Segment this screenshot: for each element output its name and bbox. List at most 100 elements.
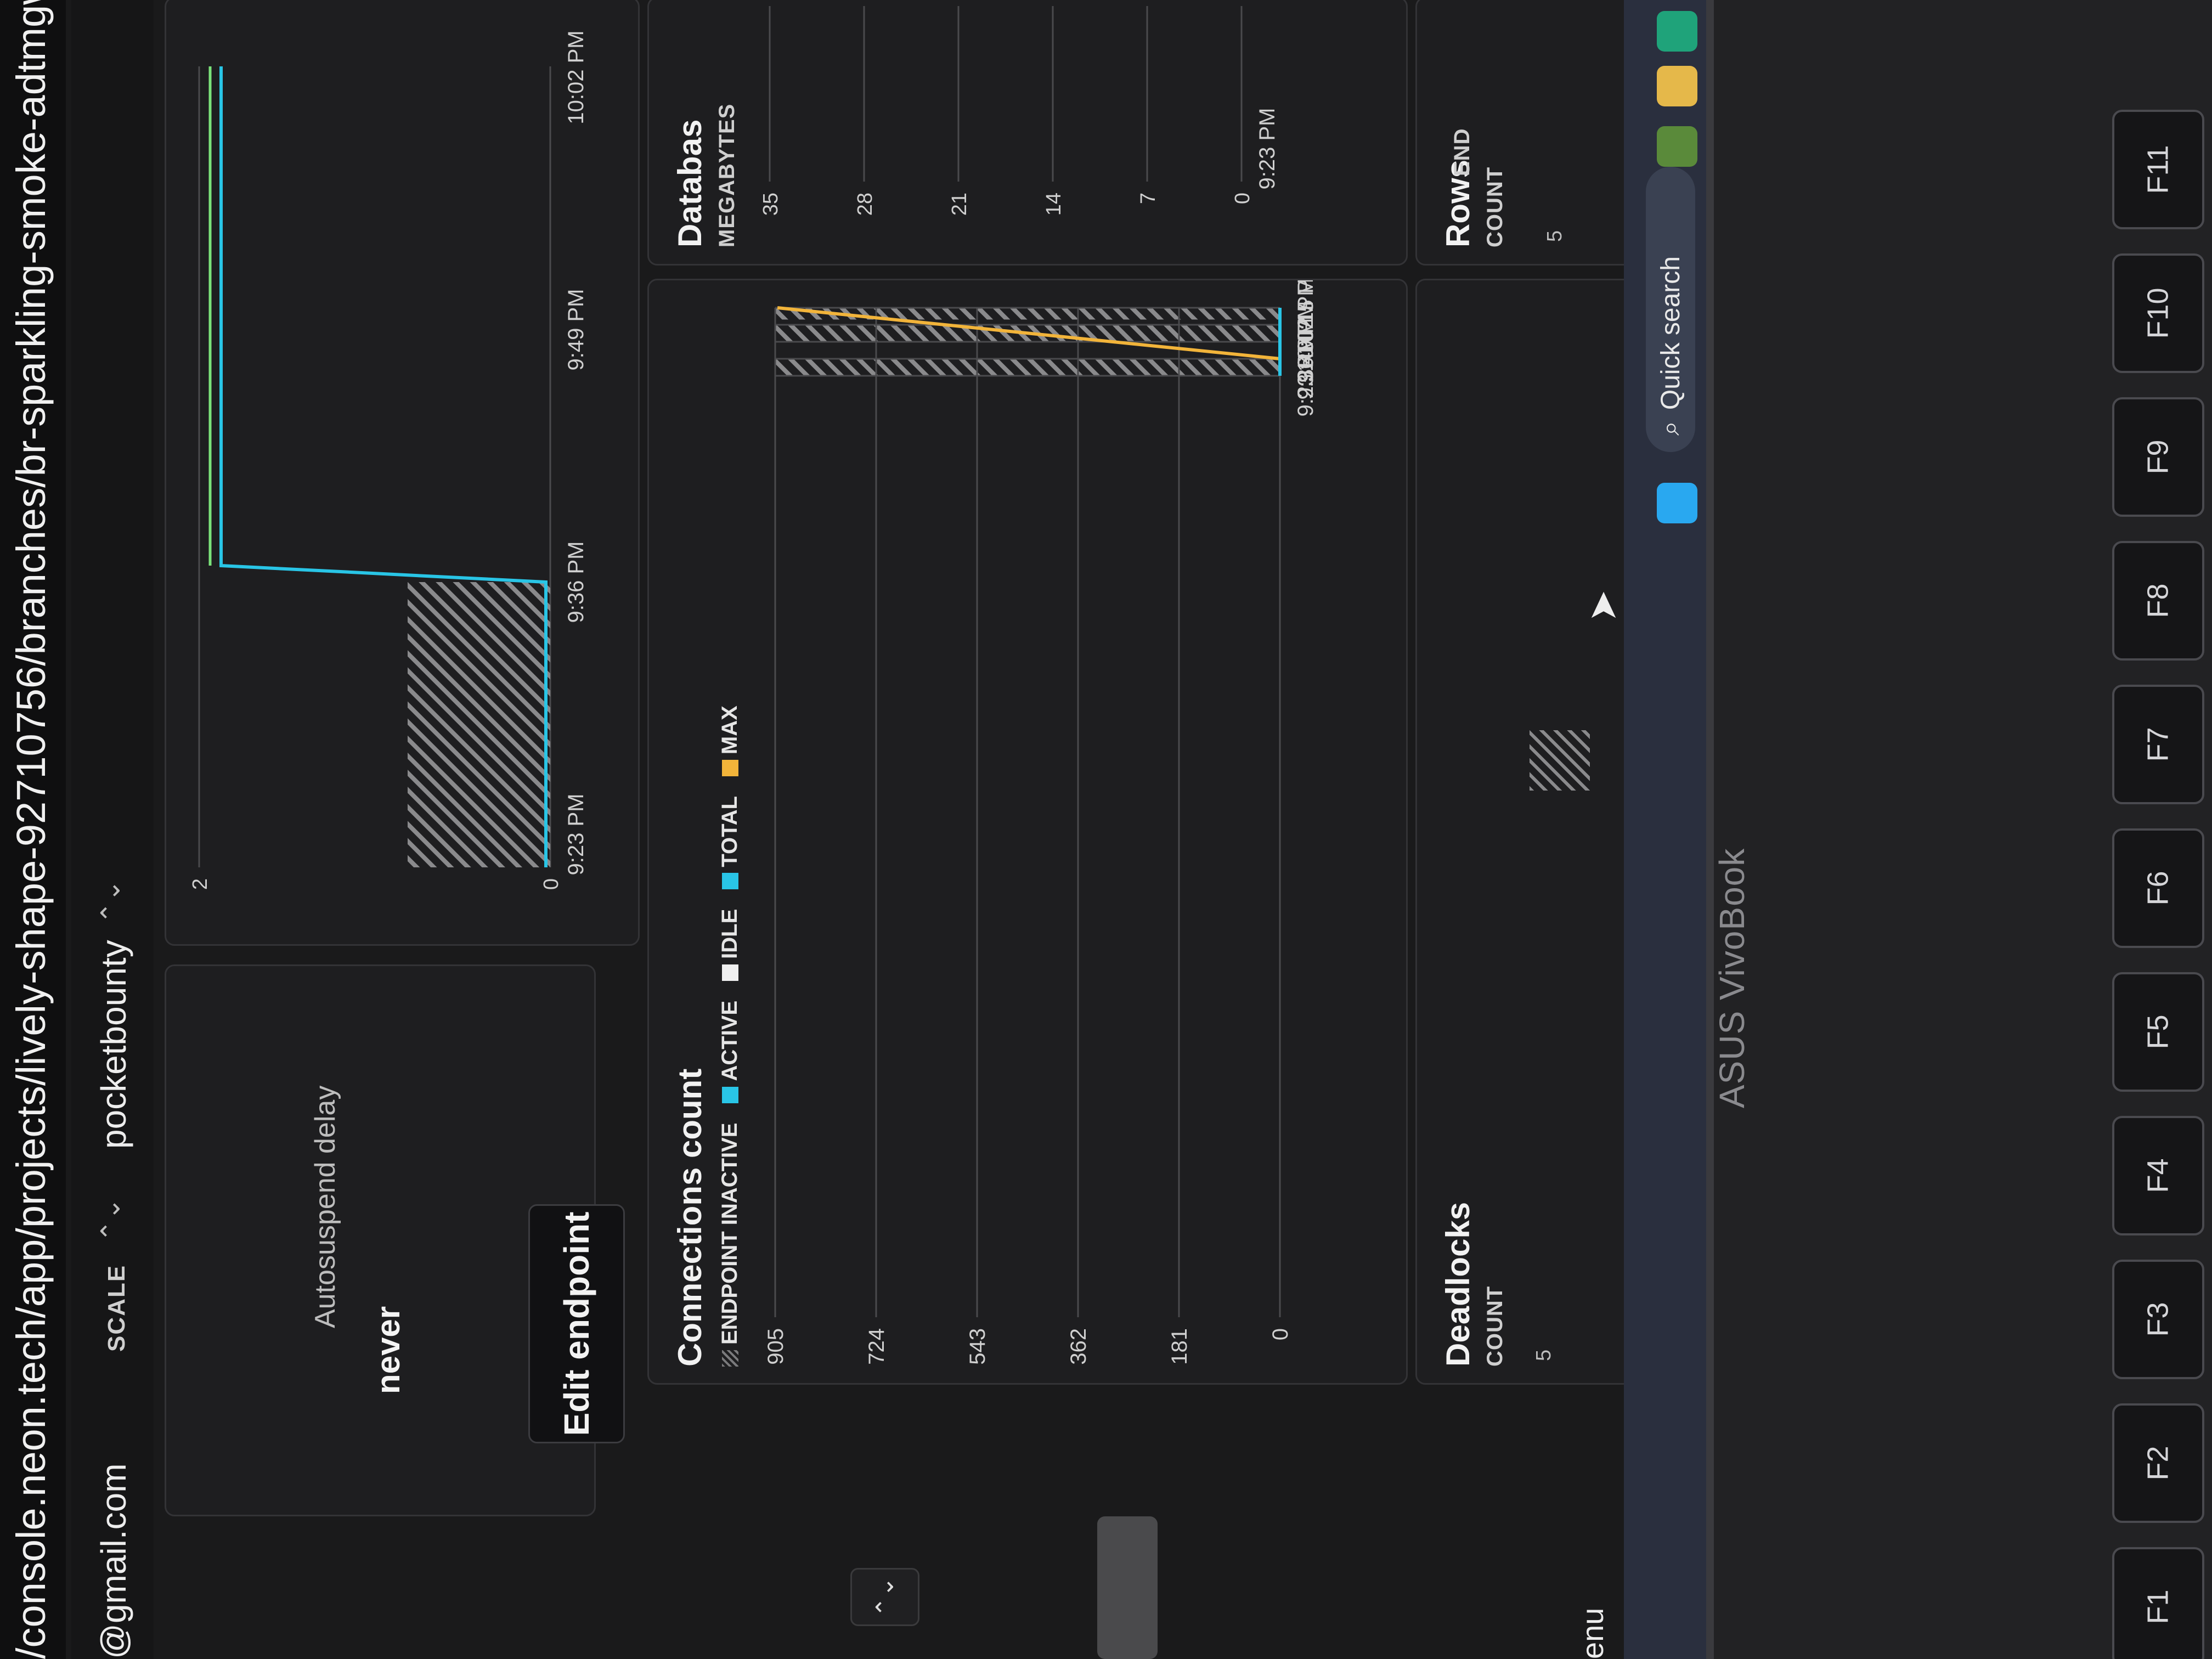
function-key-f7[interactable]: F7 bbox=[2112, 685, 2204, 804]
endpoint-inactive-band bbox=[408, 582, 550, 867]
legend-swatch bbox=[721, 964, 738, 981]
search-icon: ⌕ bbox=[1656, 421, 1685, 436]
function-key-label: F4 bbox=[2142, 1158, 2175, 1193]
legend-label: ENDPOINT INACTIVE bbox=[718, 1122, 742, 1345]
database-title: Databas bbox=[672, 119, 708, 247]
photo: /console.neon.tech/app/projects/lively-s… bbox=[0, 0, 2212, 1659]
rows-subtitle: COUNT bbox=[1483, 166, 1507, 247]
y-tick-label: 28 bbox=[854, 193, 877, 216]
y-tick-label: 362 bbox=[1066, 1328, 1091, 1365]
x-tick-label: 9:36 PM bbox=[564, 541, 588, 623]
deadlocks-inactive-band bbox=[1530, 730, 1590, 791]
rows-legend: END bbox=[1450, 128, 1474, 176]
x-tick-label: 9:49 PM bbox=[564, 289, 588, 371]
scale-label: SCALE bbox=[103, 1264, 130, 1352]
account-email[interactable]: @gmail.com bbox=[93, 1463, 134, 1659]
deadlocks-panel: Deadlocks COUNT 5 bbox=[1415, 279, 1638, 1385]
function-key-f5[interactable]: F5 bbox=[2112, 972, 2204, 1092]
y-tick-label: 0 bbox=[540, 878, 563, 890]
file-explorer-icon[interactable] bbox=[1657, 66, 1697, 106]
legend-label: ACTIVE bbox=[718, 1000, 742, 1081]
connections-title: Connections count bbox=[672, 1068, 708, 1367]
y-tick-label: 905 bbox=[764, 1328, 788, 1365]
database-size-chart: 35 28 21 14 7 09:23 PM bbox=[759, 6, 1279, 216]
database-size-panel: Databas MEGABYTES 35 28 21 14 7 0 9:23 PM bbox=[647, 0, 1408, 266]
x-tick-label: 9:23 PM bbox=[1255, 108, 1279, 190]
function-key-f8[interactable]: F8 bbox=[2112, 541, 2204, 661]
endpoint-panel: Autosuspend delay never Edit endpoint bbox=[165, 964, 625, 1516]
compute-chart-panel: 2 0 9:23 PM 9:36 PM 9:49 PM 10:02 PM bbox=[165, 0, 640, 946]
function-key-label: F9 bbox=[2142, 439, 2175, 475]
legend-label: MAX bbox=[718, 706, 742, 755]
chevron-updown-icon[interactable]: ⌃⌄ bbox=[95, 1198, 126, 1242]
y-tick-label: 21 bbox=[948, 193, 971, 216]
url-text[interactable]: /console.neon.tech/app/projects/lively-s… bbox=[8, 0, 54, 1659]
legend-label: IDLE bbox=[718, 909, 742, 959]
function-key-label: F5 bbox=[2142, 1014, 2175, 1049]
widgets-icon[interactable] bbox=[1657, 126, 1697, 167]
legend-item[interactable]: IDLE bbox=[718, 909, 742, 981]
taskbar-search[interactable]: ⌕ Quick search bbox=[1646, 167, 1695, 452]
function-key-label: F10 bbox=[2142, 287, 2175, 339]
function-key-f3[interactable]: F3 bbox=[2112, 1260, 2204, 1379]
project-name[interactable]: pocketbounty bbox=[93, 940, 134, 1149]
legend-swatch bbox=[721, 1086, 738, 1103]
legend-item[interactable]: ENDPOINT INACTIVE bbox=[718, 1123, 742, 1367]
function-key-f10[interactable]: F10 bbox=[2112, 253, 2204, 373]
function-key-f11[interactable]: F11 bbox=[2112, 110, 2204, 229]
sidebar-toggle-button[interactable]: ⌃⌄ bbox=[850, 1568, 919, 1626]
legend-swatch bbox=[721, 872, 738, 889]
rows-y-tick: 5 bbox=[1543, 230, 1566, 242]
edit-endpoint-label: Edit endpoint bbox=[557, 1211, 596, 1436]
function-key-label: F6 bbox=[2142, 871, 2175, 906]
function-key-label: F8 bbox=[2142, 583, 2175, 618]
y-tick-label: 2 bbox=[189, 878, 212, 890]
function-key-label: F3 bbox=[2142, 1302, 2175, 1337]
y-tick-label: 543 bbox=[966, 1328, 990, 1365]
y-tick-label: 35 bbox=[759, 193, 782, 216]
sidebar-menu-label[interactable]: enu bbox=[1575, 1608, 1610, 1659]
endpoint-inactive-band bbox=[775, 358, 1280, 376]
mouse-pointer-icon: ➤ bbox=[1581, 590, 1624, 622]
function-key-label: F11 bbox=[2141, 145, 2175, 194]
browser-address-bar[interactable]: /console.neon.tech/app/projects/lively-s… bbox=[0, 0, 66, 1659]
chevron-updown-icon: ⌃⌄ bbox=[871, 1577, 899, 1617]
legend-label: TOTAL bbox=[718, 796, 742, 867]
function-key-f6[interactable]: F6 bbox=[2112, 828, 2204, 948]
autosuspend-label: Autosuspend delay bbox=[309, 1085, 341, 1328]
edit-endpoint-button[interactable]: Edit endpoint bbox=[528, 1204, 625, 1443]
function-key-label: F7 bbox=[2142, 727, 2175, 762]
y-tick-label: 7 bbox=[1137, 193, 1160, 204]
deadlocks-subtitle: COUNT bbox=[1483, 1285, 1507, 1367]
function-key-f9[interactable]: F9 bbox=[2112, 397, 2204, 517]
rows-panel: Rows COUNT END 5 bbox=[1415, 0, 1638, 266]
deadlocks-title: Deadlocks bbox=[1440, 1201, 1476, 1367]
y-tick-label: 0 bbox=[1231, 193, 1254, 204]
legend-item[interactable]: ACTIVE bbox=[718, 1001, 742, 1103]
deadlocks-y-tick: 5 bbox=[1532, 1349, 1555, 1361]
edge-browser-icon[interactable] bbox=[1657, 11, 1697, 52]
connections-legend: ENDPOINT INACTIVE ACTIVE IDLE TOTAL MAX bbox=[718, 706, 742, 1367]
function-key-f4[interactable]: F4 bbox=[2112, 1116, 2204, 1235]
chevron-updown-icon[interactable]: ⌃⌄ bbox=[95, 880, 126, 924]
legend-swatch bbox=[721, 1350, 738, 1367]
x-tick-label: 9:23 PM bbox=[564, 794, 588, 876]
function-key-row: F1 F2 F3 F4 F5 F6 F7 F8 F9 F10 F11 bbox=[2063, 0, 2212, 1659]
compute-chart: 2 09:23 PM 9:36 PM 9:49 PM 10:02 PM bbox=[189, 30, 588, 890]
windows-start-icon[interactable] bbox=[1657, 483, 1697, 523]
legend-item[interactable]: TOTAL bbox=[718, 796, 742, 889]
search-label: Quick search bbox=[1656, 256, 1685, 410]
y-tick-label: 181 bbox=[1167, 1328, 1192, 1365]
function-key-label: F1 bbox=[2142, 1589, 2175, 1624]
x-tick-label: 10:02 PM bbox=[564, 30, 588, 124]
sidebar-selected-item[interactable] bbox=[1097, 1516, 1158, 1659]
y-tick-label: 14 bbox=[1042, 193, 1065, 216]
database-subtitle: MEGABYTES bbox=[715, 103, 739, 247]
y-tick-label: 724 bbox=[865, 1328, 889, 1365]
autosuspend-value: never bbox=[370, 1306, 407, 1394]
legend-item[interactable]: MAX bbox=[718, 706, 742, 777]
function-key-f1[interactable]: F1 bbox=[2112, 1547, 2204, 1659]
connections-panel: Connections count ENDPOINT INACTIVE ACTIV… bbox=[647, 279, 1408, 1385]
x-tick-label: 10:15 PM bbox=[1294, 280, 1318, 355]
function-key-f2[interactable]: F2 bbox=[2112, 1403, 2204, 1523]
